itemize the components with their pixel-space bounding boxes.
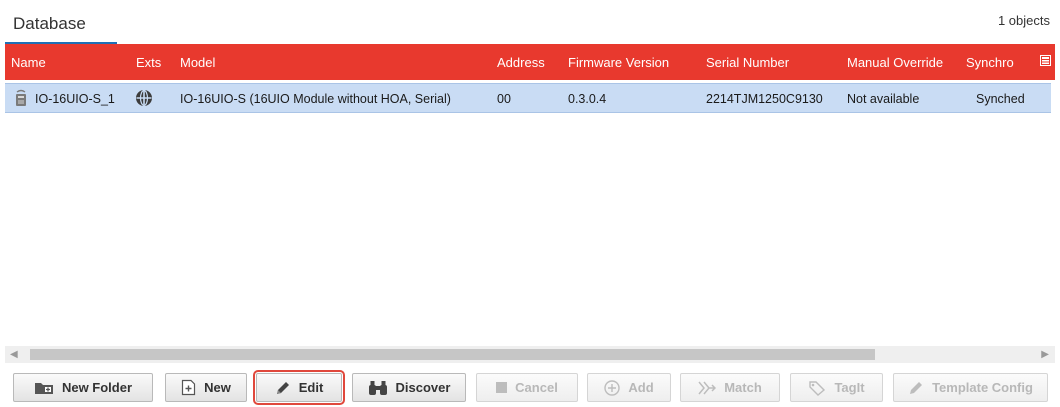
add-circle-icon: [604, 379, 621, 396]
stop-icon: [496, 382, 508, 393]
cell-firmware: 0.3.0.4: [568, 92, 607, 106]
cell-address: 00: [497, 92, 511, 106]
action-toolbar: New Folder New Edit Discover Cancel Add …: [0, 367, 1060, 407]
new-folder-icon: [34, 383, 53, 394]
cell-name: IO-16UIO-S_1: [35, 92, 115, 106]
cell-override: Not available: [847, 92, 920, 106]
tab-database[interactable]: Database: [5, 6, 117, 44]
match-button[interactable]: Match: [680, 373, 780, 402]
column-header-name[interactable]: Name: [11, 55, 46, 70]
discover-button[interactable]: Discover: [352, 373, 466, 402]
column-header-sync[interactable]: Synchro: [966, 55, 1034, 70]
cancel-button[interactable]: Cancel: [476, 373, 578, 402]
match-arrows-icon: [698, 381, 717, 394]
new-document-icon: [182, 379, 196, 396]
column-menu-icon[interactable]: [1040, 55, 1051, 66]
column-header-address[interactable]: Address: [497, 55, 545, 70]
binoculars-icon: [368, 380, 387, 395]
cell-sync: Synched: [976, 92, 1025, 106]
cell-serial: 2214TJM1250C9130: [706, 92, 823, 106]
edit-label: Edit: [298, 380, 324, 395]
horizontal-scrollbar[interactable]: ◀ ▶: [5, 346, 1055, 363]
device-table: IO-16UIO-S_1 IO-16UIO-S (16UIO Module wi…: [5, 80, 1055, 346]
match-label: Match: [724, 380, 762, 395]
new-folder-label: New Folder: [61, 380, 133, 395]
discover-label: Discover: [395, 380, 451, 395]
template-config-label: Template Config: [932, 380, 1033, 395]
column-header-serial[interactable]: Serial Number: [706, 55, 789, 70]
pencil-icon: [910, 381, 923, 394]
column-header-override[interactable]: Manual Override: [847, 55, 943, 70]
column-header-firmware[interactable]: Firmware Version: [568, 55, 669, 70]
globe-icon[interactable]: [135, 89, 153, 107]
scroll-right-arrow-icon[interactable]: ▶: [1041, 349, 1049, 360]
pencil-icon: [276, 381, 289, 394]
edit-button[interactable]: Edit: [253, 370, 345, 405]
object-count: 1 objects: [997, 13, 1050, 28]
column-header-exts[interactable]: Exts: [136, 55, 161, 70]
scroll-left-arrow-icon[interactable]: ◀: [10, 349, 18, 360]
add-button[interactable]: Add: [587, 373, 671, 402]
title-bar: Database 1 objects: [0, 0, 1060, 44]
template-config-button[interactable]: Template Config: [893, 373, 1048, 402]
io-module-icon: [16, 89, 26, 106]
add-label: Add: [628, 380, 654, 395]
column-header-model[interactable]: Model: [180, 55, 215, 70]
tagit-label: TagIt: [834, 380, 865, 395]
new-button[interactable]: New: [165, 373, 247, 402]
cell-model: IO-16UIO-S (16UIO Module without HOA, Se…: [180, 92, 451, 106]
new-folder-button[interactable]: New Folder: [13, 373, 153, 402]
scrollbar-thumb[interactable]: [30, 349, 875, 360]
tab-label: Database: [13, 14, 86, 33]
table-header: Name Exts Model Address Firmware Version…: [5, 44, 1055, 80]
new-label: New: [204, 380, 231, 395]
tagit-button[interactable]: TagIt: [790, 373, 883, 402]
tag-icon: [809, 380, 826, 396]
table-row[interactable]: IO-16UIO-S_1 IO-16UIO-S (16UIO Module wi…: [5, 83, 1051, 113]
cancel-label: Cancel: [515, 380, 558, 395]
